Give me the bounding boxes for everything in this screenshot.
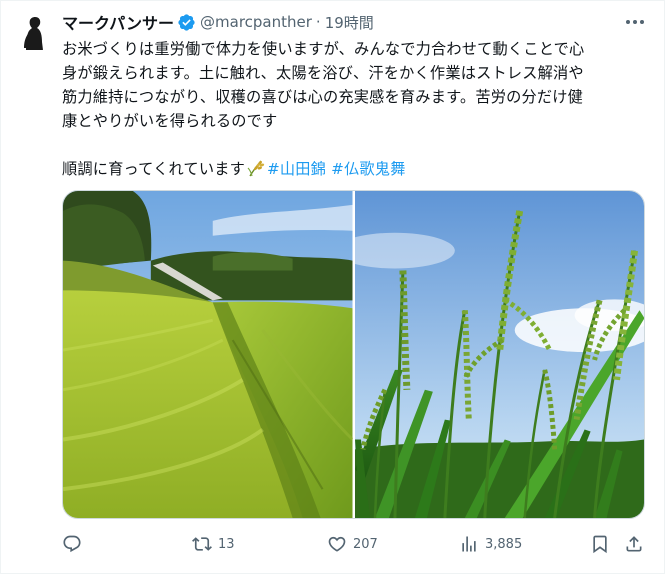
retweet-count: 13	[218, 536, 235, 552]
avatar[interactable]	[14, 12, 54, 52]
separator-dot: ·	[315, 13, 321, 31]
views-count: 3,885	[485, 536, 523, 552]
share-button[interactable]	[624, 529, 644, 559]
display-name[interactable]: マークパンサー	[62, 10, 174, 34]
views-chart-icon	[462, 536, 476, 552]
bookmark-button[interactable]	[590, 529, 610, 559]
reply-icon	[63, 535, 81, 553]
tweet-header: マークパンサー @marcpanther · 19時間	[62, 11, 374, 33]
timestamp[interactable]: 19時間	[325, 12, 374, 33]
like-count: 207	[353, 536, 378, 552]
retweet-button[interactable]: 13	[192, 529, 235, 559]
heart-icon	[328, 536, 346, 552]
tweet-line-3: 筋力維持につながり、収穫の喜びは心の充実感を育みます。苦労の分だけ健	[62, 88, 584, 106]
hashtag-yamadanishiki[interactable]: #山田錦	[267, 160, 326, 178]
hashtag-bukkakibu[interactable]: #仏歌鬼舞	[331, 160, 405, 178]
tweet-line-5-text: 順調に育ってくれています	[62, 160, 245, 178]
user-handle[interactable]: @marcpanther	[200, 13, 312, 31]
action-bar: 13 207 3,885	[62, 529, 647, 559]
more-options-icon[interactable]	[624, 13, 646, 31]
tweet-text: お米づくりは重労働で体力を使いますが、みんなで力合わせて動くことで心 身が鍛えら…	[62, 37, 642, 181]
share-icon	[626, 536, 642, 552]
tweet-line-5: 順調に育ってくれています #山田錦 #仏歌鬼舞	[62, 157, 642, 181]
reply-button[interactable]	[62, 529, 88, 559]
media-grid	[62, 190, 645, 519]
photo-rice-ears[interactable]	[354, 191, 644, 518]
tweet-line-1: お米づくりは重労働で体力を使いますが、みんなで力合わせて動くことで心	[62, 40, 585, 58]
tweet-line-4: 康とやりがいを得られるのです	[62, 112, 278, 130]
bookmark-icon	[593, 535, 607, 554]
like-button[interactable]: 207	[327, 529, 378, 559]
retweet-icon	[192, 537, 212, 551]
photo-rice-paddy[interactable]	[63, 191, 353, 518]
tweet-line-2: 身が鍛えられます。土に触れ、太陽を浴び、汗をかく作業はストレス解消や	[62, 64, 584, 82]
verified-badge-icon	[177, 13, 196, 32]
views-button[interactable]: 3,885	[459, 529, 522, 559]
tweet-card[interactable]: マークパンサー @marcpanther · 19時間 お米づくりは重労働で体力…	[0, 0, 665, 574]
rice-plant-icon	[247, 159, 265, 177]
